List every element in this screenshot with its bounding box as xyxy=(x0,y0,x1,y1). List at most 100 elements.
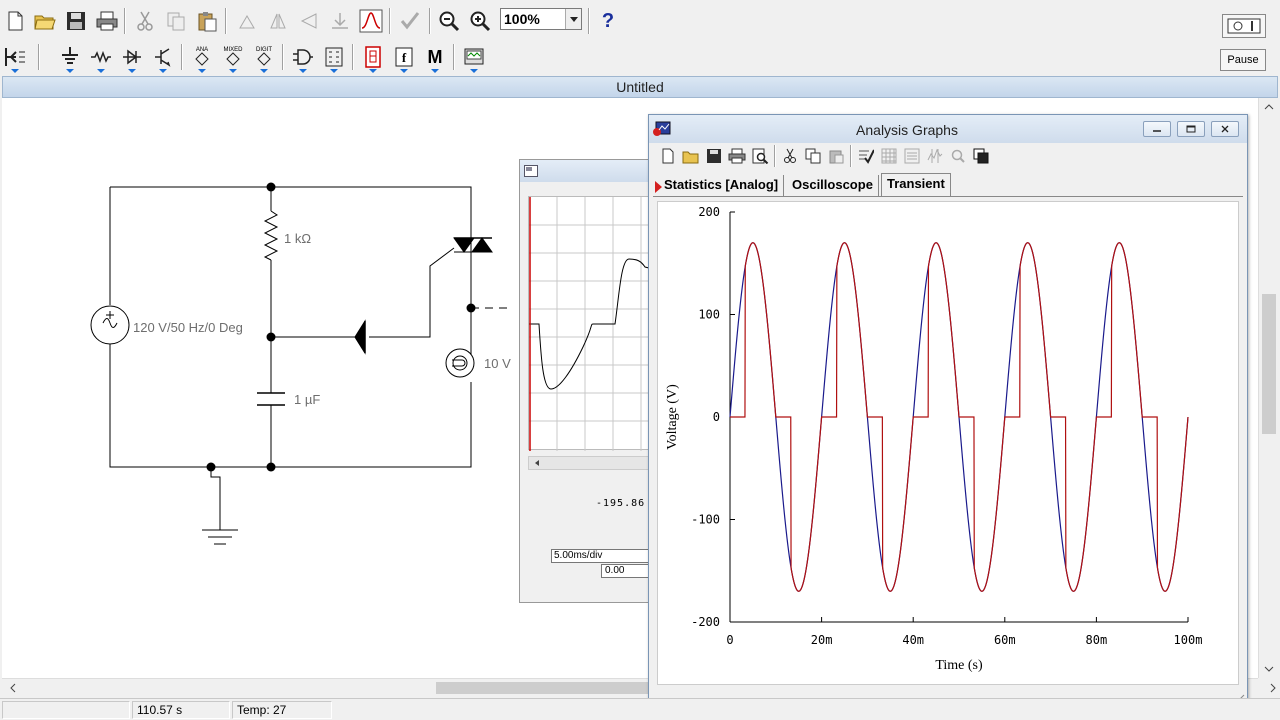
transistors-bin-button[interactable] xyxy=(150,44,176,73)
miscellaneous-bin-button[interactable]: M xyxy=(422,44,448,73)
chevron-down-icon xyxy=(97,69,105,73)
rotate-button[interactable] xyxy=(234,8,260,34)
x-tick-label: 60m xyxy=(994,633,1016,647)
scroll-up-arrow-icon xyxy=(1264,104,1274,110)
function-icon: f xyxy=(395,47,413,67)
component-properties-button[interactable] xyxy=(327,8,353,34)
checkmark-icon xyxy=(400,12,420,30)
indicators-bin-button[interactable] xyxy=(360,44,386,73)
mixed-ics-bin-button[interactable]: MIXED xyxy=(220,44,246,73)
chevron-down-icon xyxy=(569,16,578,22)
ground-symbol xyxy=(202,529,238,545)
tab-oscilloscope[interactable]: Oscilloscope xyxy=(787,175,879,197)
logic-gate-icon xyxy=(293,49,313,65)
basic-bin-button[interactable] xyxy=(88,44,114,73)
toolbar-row-1: 100% ? xyxy=(0,4,1280,40)
transient-plot-area[interactable]: 200 100 0 -100 -200 0 20m 40m 60m 80m 100m Time (s)… xyxy=(657,201,1239,685)
help-button[interactable]: ? xyxy=(595,8,621,34)
zoom-in-icon xyxy=(470,11,491,32)
status-temp-value: Temp: 27 xyxy=(237,703,287,717)
chevron-down-icon xyxy=(369,69,377,73)
scope-readout: -195.86 xyxy=(596,498,646,509)
y-axis-label: Voltage (V) xyxy=(665,384,680,450)
logic-gates-bin-button[interactable] xyxy=(290,44,316,73)
analysis-graphs-window[interactable]: Analysis Graphs Statistics [Analog] Osci… xyxy=(648,114,1248,707)
zoom-out-button[interactable] xyxy=(436,8,462,34)
status-time-value: 110.57 s xyxy=(137,703,183,717)
flip-horizontal-icon xyxy=(270,13,286,29)
scope-timebase-field[interactable]: 5.00ms/div xyxy=(551,549,655,563)
zoom-in-button[interactable] xyxy=(467,8,493,34)
graph-tabs: Statistics [Analog] Oscilloscope Transie… xyxy=(653,115,1243,199)
analog-ics-bin-button[interactable]: ANA xyxy=(189,44,215,73)
tab-transient-label: Transient xyxy=(887,176,945,191)
oscilloscope-titlebar[interactable] xyxy=(520,160,658,182)
check-button[interactable] xyxy=(397,8,423,34)
analog-ic-icon: ANA xyxy=(195,47,209,66)
analysis-graph-button[interactable] xyxy=(358,8,384,34)
open-file-button[interactable] xyxy=(32,8,58,34)
pause-button[interactable]: Pause xyxy=(1220,49,1266,71)
new-file-button[interactable] xyxy=(2,8,28,34)
print-button[interactable] xyxy=(94,8,120,34)
tab-transient[interactable]: Transient xyxy=(881,173,951,197)
junction-dots xyxy=(206,182,476,472)
horizontal-scroll-thumb[interactable] xyxy=(436,682,676,694)
save-button[interactable] xyxy=(63,8,89,34)
flip-flop-icon xyxy=(325,47,343,67)
toolbar-separator xyxy=(453,44,455,70)
clipboard-icon xyxy=(198,12,217,32)
load-voltage-trace xyxy=(730,242,1189,592)
zoom-select[interactable]: 100% xyxy=(500,8,582,30)
diodes-bin-button[interactable] xyxy=(119,44,145,73)
chevron-down-icon xyxy=(299,69,307,73)
status-panel-empty xyxy=(2,701,130,719)
digital-ic-icon: DIGIT xyxy=(256,47,272,66)
x-tick-label: 40m xyxy=(902,633,924,647)
resistor-icon xyxy=(91,50,111,64)
toolbar-row-2: ANA MIXED DIGIT f M xyxy=(0,40,1280,74)
oscilloscope-window-icon xyxy=(524,165,538,177)
chevron-down-icon xyxy=(66,69,74,73)
y-tick-label: 200 xyxy=(698,205,720,219)
flip-horizontal-button[interactable] xyxy=(265,8,291,34)
toolbar-separator xyxy=(124,8,126,34)
digital-ics-bin-button[interactable]: DIGIT xyxy=(251,44,277,73)
copy-icon xyxy=(167,12,185,31)
y-tick-label: 100 xyxy=(698,308,720,322)
flip-vertical-button[interactable] xyxy=(296,8,322,34)
resistor-symbol xyxy=(263,210,279,261)
scroll-left-arrow-icon xyxy=(535,460,539,466)
canvas-vertical-scrollbar[interactable] xyxy=(1258,98,1278,678)
activate-simulation-switch[interactable] xyxy=(1222,14,1266,38)
toolbar-separator xyxy=(429,8,431,34)
y-tick-label: 0 xyxy=(713,410,720,424)
controls-bin-button[interactable]: f xyxy=(391,44,417,73)
scope-position-field[interactable]: 0.00 xyxy=(601,564,655,578)
sources-bin-button[interactable] xyxy=(57,44,83,73)
capacitor-label: 1 µF xyxy=(294,392,320,407)
chevron-down-icon xyxy=(400,69,408,73)
copy-button[interactable] xyxy=(163,8,189,34)
y-tick-label: -100 xyxy=(691,513,720,527)
paste-button[interactable] xyxy=(194,8,220,34)
transistor-icon xyxy=(155,48,171,67)
cut-button[interactable] xyxy=(132,8,158,34)
chevron-down-icon xyxy=(431,69,439,73)
oscilloscope-window[interactable]: -195.86 5.00ms/div 0.00 xyxy=(519,159,659,603)
scroll-right-arrow-icon xyxy=(1270,683,1276,693)
tab-oscilloscope-label: Oscilloscope xyxy=(792,177,873,192)
parts-bin-toggle-button[interactable] xyxy=(2,44,28,73)
chevron-down-icon xyxy=(470,69,478,73)
oscilloscope-scrollbar[interactable] xyxy=(528,456,652,470)
instruments-bin-button[interactable] xyxy=(461,44,487,73)
zoom-dropdown-button[interactable] xyxy=(565,9,581,29)
m-icon: M xyxy=(427,46,443,67)
scroll-down-arrow-icon xyxy=(1264,666,1274,672)
x-tick-label: 20m xyxy=(811,633,833,647)
vertical-scroll-thumb[interactable] xyxy=(1262,294,1276,434)
tab-statistics-analog[interactable]: Statistics [Analog] xyxy=(659,175,785,197)
mixed-ic-icon: MIXED xyxy=(223,47,243,66)
chevron-down-icon xyxy=(229,69,237,73)
digital-bin-button[interactable] xyxy=(321,44,347,73)
